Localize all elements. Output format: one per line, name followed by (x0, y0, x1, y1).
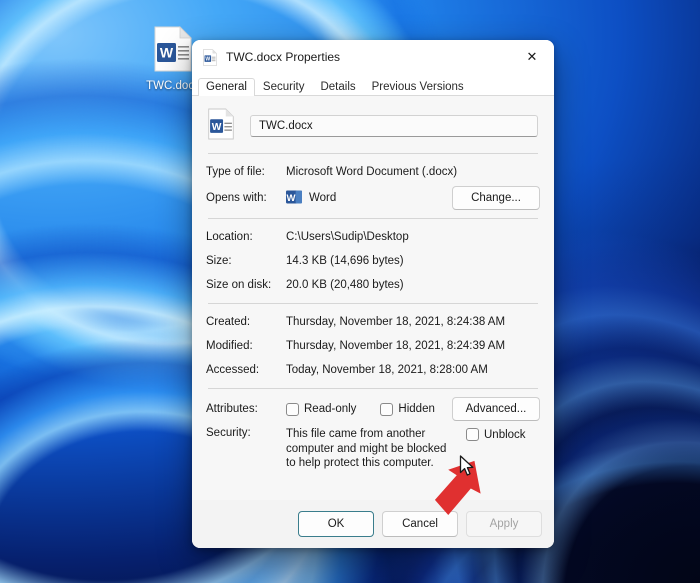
divider (208, 218, 538, 219)
change-button[interactable]: Change... (452, 186, 540, 210)
file-properties-dialog: W TWC.docx Properties ✕ General Security… (192, 40, 554, 548)
row-created: Created: Thursday, November 18, 2021, 8:… (206, 312, 540, 332)
modified-value: Thursday, November 18, 2021, 8:24:39 AM (286, 340, 506, 352)
tab-general[interactable]: General (198, 78, 255, 96)
dialog-footer: OK Cancel Apply (192, 500, 554, 548)
ok-button[interactable]: OK (298, 511, 374, 537)
divider (208, 388, 538, 389)
tab-details[interactable]: Details (312, 78, 363, 96)
hidden-checkbox[interactable]: Hidden (380, 402, 435, 416)
type-of-file-value: Microsoft Word Document (.docx) (286, 166, 458, 178)
tab-security[interactable]: Security (255, 78, 313, 96)
checkbox-box-icon (466, 428, 479, 441)
opens-with-app-name: Word (309, 192, 337, 204)
row-accessed: Accessed: Today, November 18, 2021, 8:28… (206, 360, 540, 380)
attributes-label: Attributes: (206, 403, 258, 415)
apply-button: Apply (466, 511, 542, 537)
cancel-button[interactable]: Cancel (382, 511, 458, 537)
checkbox-box-icon (286, 402, 299, 416)
row-opens-with: Opens with: W Word Change... (206, 186, 540, 210)
row-location: Location: C:\Users\Sudip\Desktop (206, 227, 540, 247)
readonly-label: Read-only (304, 403, 357, 415)
location-value: C:\Users\Sudip\Desktop (286, 231, 409, 243)
divider (208, 153, 538, 154)
general-tab-panel: W Type of file: Microsoft Word Document … (192, 96, 554, 500)
word-document-icon: W (202, 48, 218, 66)
hidden-label: Hidden (398, 403, 435, 415)
checkbox-box-icon (380, 402, 394, 416)
row-security: Security: This file came from another co… (206, 427, 540, 471)
unblock-checkbox[interactable]: Unblock (466, 428, 526, 441)
row-type-of-file: Type of file: Microsoft Word Document (.… (206, 162, 540, 182)
tab-strip: General Security Details Previous Versio… (192, 74, 554, 96)
svg-text:W: W (160, 45, 174, 61)
accessed-value: Today, November 18, 2021, 8:28:00 AM (286, 364, 488, 376)
row-modified: Modified: Thursday, November 18, 2021, 8… (206, 336, 540, 356)
security-description: This file came from another computer and… (286, 428, 447, 469)
svg-text:W: W (287, 193, 296, 204)
modified-label: Modified: (206, 340, 253, 352)
word-document-icon: W (206, 108, 236, 143)
unblock-label: Unblock (484, 428, 526, 441)
tab-previous-versions[interactable]: Previous Versions (364, 78, 472, 96)
desktop-background: W TWC.docx TheWindowsCl W (0, 0, 700, 583)
accessed-label: Accessed: (206, 364, 260, 376)
size-label: Size: (206, 255, 232, 267)
opens-with-value-group: W Word (286, 189, 452, 208)
word-app-icon: W (286, 189, 302, 208)
row-size: Size: 14.3 KB (14,696 bytes) (206, 251, 540, 271)
dialog-title: TWC.docx Properties (226, 50, 341, 64)
size-on-disk-label: Size on disk: (206, 279, 272, 291)
dialog-titlebar: W TWC.docx Properties ✕ (192, 40, 554, 74)
close-icon[interactable]: ✕ (510, 40, 554, 74)
created-value: Thursday, November 18, 2021, 8:24:38 AM (286, 316, 506, 328)
size-value: 14.3 KB (14,696 bytes) (286, 255, 404, 267)
divider (208, 303, 538, 304)
location-label: Location: (206, 231, 253, 243)
created-label: Created: (206, 316, 251, 328)
row-size-on-disk: Size on disk: 20.0 KB (20,480 bytes) (206, 275, 540, 295)
size-on-disk-value: 20.0 KB (20,480 bytes) (286, 279, 404, 291)
attribute-checkboxes: Read-only Hidden (286, 402, 452, 416)
svg-text:W: W (205, 56, 210, 62)
filename-input[interactable] (250, 114, 538, 137)
opens-with-label: Opens with: (206, 192, 267, 204)
readonly-checkbox[interactable]: Read-only (286, 402, 357, 416)
svg-text:W: W (212, 122, 222, 133)
file-header-row: W (206, 108, 540, 143)
row-attributes: Attributes: Read-only Hidden Advanced... (206, 397, 540, 421)
advanced-button[interactable]: Advanced... (452, 397, 540, 421)
type-of-file-label: Type of file: (206, 166, 265, 178)
security-label: Security: (206, 427, 251, 439)
